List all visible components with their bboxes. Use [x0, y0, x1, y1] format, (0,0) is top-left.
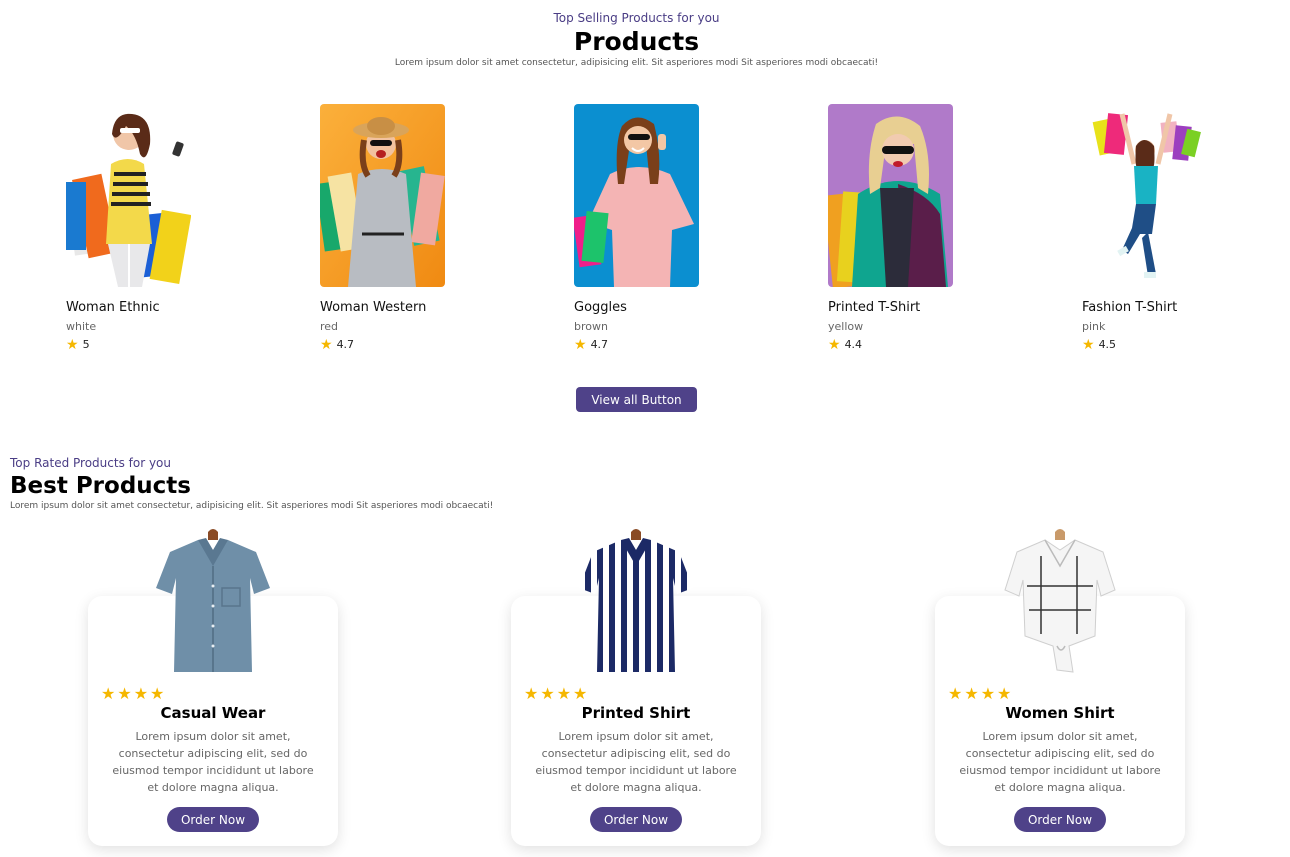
star-icon: ★ [524, 684, 539, 703]
best-product-card[interactable]: ★ ★ ★ ★ Printed Shirt Lorem ipsum dolor … [511, 529, 761, 846]
rating-value: 5 [82, 338, 90, 351]
product-rating: ★ 4.7 [320, 337, 500, 353]
product-rating: ★ 4.7 [574, 337, 754, 353]
top-selling-eyebrow: Top Selling Products for you [553, 11, 720, 25]
top-selling-description: Lorem ipsum dolor sit amet consectetur, … [394, 58, 879, 68]
star-icon: ★ [540, 684, 555, 703]
product-name: Fashion T-Shirt [1082, 300, 1178, 315]
card-description: Lorem ipsum dolor sit amet, consectetur … [535, 730, 737, 794]
rating-value: 4.5 [1098, 338, 1117, 351]
product-image[interactable] [66, 104, 191, 287]
card-title: Printed Shirt [581, 704, 691, 722]
card-title: Women Shirt [1005, 704, 1115, 722]
order-now-button[interactable]: Order Now [167, 807, 259, 832]
product-name: Woman Western [320, 300, 427, 315]
top-rated-description: Lorem ipsum dolor sit amet consectetur, … [10, 501, 494, 511]
star-icon: ★ [556, 684, 572, 703]
top-rated-title: Best Products [10, 473, 191, 499]
star-icon: ★ [828, 337, 841, 353]
order-now-button[interactable]: Order Now [1014, 807, 1106, 832]
product-rating: ★ 5 [66, 337, 246, 353]
product-image[interactable] [997, 526, 1123, 676]
card-description: Lorem ipsum dolor sit amet, consectetur … [959, 730, 1161, 794]
top-rated-eyebrow: Top Rated Products for you [10, 456, 172, 470]
product-card[interactable]: Fashion T-Shirt pink ★ 4.5 [1082, 104, 1262, 353]
product-name: Woman Ethnic [66, 300, 160, 315]
product-rating: ★ 4.4 [828, 337, 1008, 353]
product-color: brown [574, 320, 608, 333]
star-icon: ★ [133, 684, 149, 703]
product-card[interactable]: Goggles brown ★ 4.7 [574, 104, 754, 353]
star-icon: ★ [997, 684, 1012, 703]
best-product-card[interactable]: ★ ★ ★ ★ Casual Wear Lorem ipsum dolor si… [88, 529, 338, 846]
card-title: Casual Wear [160, 704, 266, 722]
card-rating-stars: ★ ★ ★ ★ [948, 684, 1012, 703]
product-color: white [66, 320, 97, 333]
product-image[interactable] [150, 526, 276, 676]
product-image[interactable] [574, 104, 699, 287]
top-rated-header: Top Rated Products for you Best Products… [10, 455, 493, 512]
card-rating-stars: ★ ★ ★ ★ [101, 684, 165, 703]
product-image[interactable] [828, 104, 953, 287]
star-icon: ★ [117, 684, 132, 703]
rating-value: 4.7 [336, 338, 355, 351]
top-selling-header: Top Selling Products for you Products Lo… [0, 10, 1273, 69]
star-icon: ★ [1082, 337, 1095, 353]
star-icon: ★ [964, 684, 979, 703]
product-image[interactable] [1082, 104, 1207, 287]
product-image[interactable] [320, 104, 445, 287]
product-color: pink [1082, 320, 1106, 333]
star-icon: ★ [101, 684, 116, 703]
best-product-card[interactable]: ★ ★ ★ ★ Women Shirt Lorem ipsum dolor si… [935, 529, 1185, 846]
product-rating: ★ 4.5 [1082, 337, 1262, 353]
rating-value: 4.7 [590, 338, 609, 351]
star-icon: ★ [948, 684, 963, 703]
product-color: red [320, 320, 339, 333]
star-icon: ★ [574, 337, 587, 353]
product-color: yellow [828, 320, 864, 333]
view-all-button[interactable]: View all Button [576, 387, 697, 412]
product-name: Printed T-Shirt [828, 300, 921, 315]
card-description: Lorem ipsum dolor sit amet, consectetur … [112, 730, 314, 794]
star-icon: ★ [320, 337, 333, 353]
card-rating-stars: ★ ★ ★ ★ [524, 684, 588, 703]
rating-value: 4.4 [844, 338, 863, 351]
star-icon: ★ [980, 684, 996, 703]
product-card[interactable]: Woman Western red ★ 4.7 [320, 104, 500, 353]
top-selling-title: Products [573, 27, 700, 56]
order-now-button[interactable]: Order Now [590, 807, 682, 832]
star-icon: ★ [66, 337, 79, 353]
product-image[interactable] [573, 526, 699, 676]
star-icon: ★ [573, 684, 588, 703]
star-icon: ★ [150, 684, 165, 703]
product-card[interactable]: Woman Ethnic white ★ 5 [66, 104, 246, 353]
product-card[interactable]: Printed T-Shirt yellow ★ 4.4 [828, 104, 1008, 353]
page: Top Selling Products for you Products Lo… [0, 0, 1290, 857]
product-name: Goggles [574, 300, 627, 315]
